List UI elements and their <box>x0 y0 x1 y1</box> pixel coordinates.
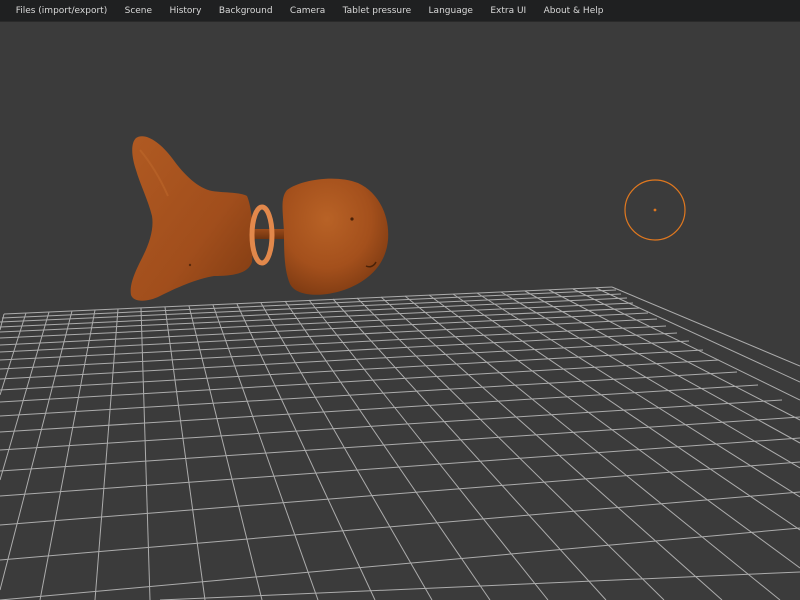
viewport-canvas[interactable] <box>0 22 800 600</box>
menu-about-help[interactable]: About & Help <box>535 0 612 22</box>
menu-language[interactable]: Language <box>420 0 482 22</box>
menu-tablet-pressure[interactable]: Tablet pressure <box>334 0 420 22</box>
menu-camera[interactable]: Camera <box>281 0 334 22</box>
brush-cursor <box>624 179 686 241</box>
menu-files[interactable]: Files (import/export) <box>7 0 116 22</box>
menu-extra-ui[interactable]: Extra UI <box>482 0 535 22</box>
menu-background[interactable]: Background <box>210 0 281 22</box>
menu-bar: Files (import/export) Scene History Back… <box>0 0 800 22</box>
3d-viewport[interactable] <box>0 22 800 600</box>
menu-history[interactable]: History <box>161 0 210 22</box>
model-head[interactable] <box>282 178 389 295</box>
sculpt-model[interactable] <box>130 136 389 301</box>
sculpt-app: Files (import/export) Scene History Back… <box>0 0 800 600</box>
floor-grid <box>0 286 800 600</box>
menu-scene[interactable]: Scene <box>116 0 161 22</box>
